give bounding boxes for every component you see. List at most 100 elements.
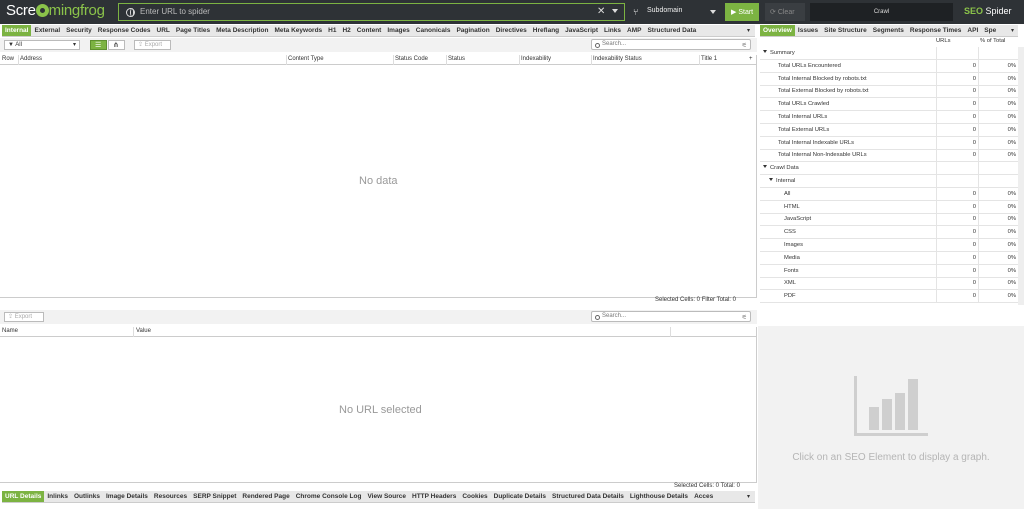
tab-pagination[interactable]: Pagination	[453, 25, 492, 36]
expand-arrow-icon[interactable]	[763, 50, 767, 53]
tab-images[interactable]: Images	[384, 25, 412, 36]
summary-row[interactable]: Total External Blocked by robots.txt 0 0%	[760, 85, 1018, 99]
internal-row[interactable]: XML 0 0%	[760, 277, 1018, 291]
overview-scrollbar[interactable]	[1018, 47, 1024, 305]
right-tabs-overflow-icon[interactable]: ▾	[1008, 27, 1017, 35]
search-options-icon[interactable]: ⚟	[742, 42, 747, 49]
row-label: JavaScript	[784, 216, 812, 223]
internal-row[interactable]: PDF 0 0%	[760, 290, 1018, 304]
pct-column-header[interactable]: % of Total	[980, 38, 1005, 44]
summary-group[interactable]: Summary	[760, 47, 1018, 60]
row-label: Total URLs Crawled	[778, 101, 830, 108]
url-history-dropdown-icon[interactable]	[612, 9, 618, 13]
internal-row[interactable]: CSS 0 0%	[760, 226, 1018, 240]
tab-meta-description[interactable]: Meta Description	[213, 25, 271, 36]
url-input[interactable]: Enter URL to spider ✕	[118, 3, 625, 21]
summary-row[interactable]: Total Internal URLs 0 0%	[760, 111, 1018, 124]
bottom-tab-cookies[interactable]: Cookies	[459, 491, 490, 502]
tab-content[interactable]: Content	[354, 25, 385, 36]
right-tab-response-times[interactable]: Response Times	[907, 25, 965, 36]
summary-row[interactable]: Total Internal Indexable URLs 0 0%	[760, 136, 1018, 150]
tabs-overflow-dropdown-icon[interactable]: ▾	[744, 27, 753, 35]
expand-arrow-icon[interactable]	[769, 178, 773, 181]
detail-toolbar: ⇪ Export Search... ⚟	[0, 310, 757, 324]
row-label: Total URLs Encountered	[778, 62, 841, 69]
tab-internal[interactable]: Internal	[2, 25, 32, 36]
bottom-tab-url-details[interactable]: URL Details	[2, 491, 45, 502]
tab-h2[interactable]: H2	[339, 25, 353, 36]
internal-group[interactable]: Internal	[760, 175, 1018, 188]
pct-of-total: 0%	[1007, 152, 1016, 159]
right-tab-segments[interactable]: Segments	[870, 25, 907, 36]
summary-row[interactable]: Total URLs Crawled 0 0%	[760, 98, 1018, 112]
right-tab-site-structure[interactable]: Site Structure	[821, 25, 870, 36]
internal-row[interactable]: Fonts 0 0%	[760, 264, 1018, 278]
internal-row[interactable]: Images 0 0%	[760, 239, 1018, 252]
tab-security[interactable]: Security	[63, 25, 95, 36]
summary-row[interactable]: Total Internal Non-Indexable URLs 0 0%	[760, 149, 1018, 163]
internal-row[interactable]: All 0 0%	[760, 187, 1018, 201]
summary-row[interactable]: Total Internal Blocked by robots.txt 0 0%	[760, 72, 1018, 86]
tab-url[interactable]: URL	[154, 25, 173, 36]
crawl-progress: Crawl	[810, 3, 953, 21]
tab-external[interactable]: External	[31, 25, 63, 36]
screaming-frog-logo: Scre mingfrog	[6, 2, 105, 19]
search-options-icon[interactable]: ⚟	[742, 314, 747, 321]
expand-arrow-icon[interactable]	[763, 165, 767, 169]
list-view-button[interactable]: ☰	[90, 40, 107, 50]
tree-view-button[interactable]: ⋔	[108, 40, 125, 50]
start-button[interactable]: ▶ Start	[725, 3, 759, 21]
tab-response-codes[interactable]: Response Codes	[95, 25, 154, 36]
main-search-input[interactable]: Search... ⚟	[591, 39, 751, 50]
bottom-tab-lighthouse-details[interactable]: Lighthouse Details	[627, 491, 691, 502]
tab-canonicals[interactable]: Canonicals	[413, 25, 454, 36]
summary-row[interactable]: Total External URLs 0 0%	[760, 123, 1018, 137]
right-tab-spe[interactable]: Spe	[981, 25, 999, 36]
detail-search-input[interactable]: Search... ⚟	[591, 311, 751, 322]
internal-row[interactable]: JavaScript 0 0%	[760, 213, 1018, 227]
detail-export-button[interactable]: ⇪ Export	[4, 312, 44, 322]
summary-row[interactable]: Total URLs Encountered 0 0%	[760, 59, 1018, 73]
bottom-tab-structured-data-details[interactable]: Structured Data Details	[549, 491, 627, 502]
bottom-tab-serp-snippet[interactable]: SERP Snippet	[190, 491, 239, 502]
bottom-tab-acces[interactable]: Acces	[691, 491, 716, 502]
tab-meta-keywords[interactable]: Meta Keywords	[271, 25, 325, 36]
tab-links[interactable]: Links	[601, 25, 624, 36]
tab-amp[interactable]: AMP	[624, 25, 644, 36]
pct-of-total: 0%	[1007, 280, 1016, 287]
bottom-tab-inlinks[interactable]: Inlinks	[44, 491, 71, 502]
pct-of-total: 0%	[1007, 126, 1016, 133]
clear-button[interactable]: ⟳ Clear	[765, 3, 805, 21]
tab-page-titles[interactable]: Page Titles	[173, 25, 213, 36]
bottom-tab-outlinks[interactable]: Outlinks	[71, 491, 103, 502]
clear-url-icon[interactable]: ✕	[597, 6, 605, 17]
internal-row[interactable]: Media 0 0%	[760, 251, 1018, 265]
pct-of-total: 0%	[1007, 139, 1016, 146]
internal-row[interactable]: HTML 0 0%	[760, 200, 1018, 214]
bottom-tab-duplicate-details[interactable]: Duplicate Details	[491, 491, 549, 502]
bottom-tab-chrome-console-log[interactable]: Chrome Console Log	[293, 491, 365, 502]
crawl-mode-select[interactable]: ⑂ Subdomain	[629, 3, 719, 21]
subdomain-icon: ⑂	[633, 7, 639, 17]
tab-hreflang[interactable]: Hreflang	[530, 25, 562, 36]
tab-structured-data[interactable]: Structured Data	[644, 25, 699, 36]
right-tab-api[interactable]: API	[964, 25, 981, 36]
bottom-tab-http-headers[interactable]: HTTP Headers	[409, 491, 459, 502]
tab-javascript[interactable]: JavaScript	[562, 25, 601, 36]
export-button[interactable]: ⇪ Export	[134, 40, 171, 50]
bottom-tabs-overflow-icon[interactable]: ▾	[744, 493, 753, 501]
row-label: Summary	[770, 50, 795, 56]
bottom-tab-view-source[interactable]: View Source	[364, 491, 409, 502]
tab-directives[interactable]: Directives	[493, 25, 530, 36]
urls-column-header[interactable]: URLs	[936, 38, 951, 44]
tab-h1[interactable]: H1	[325, 25, 339, 36]
crawl-data-group[interactable]: Crawl Data	[760, 162, 1018, 176]
bottom-tab-resources[interactable]: Resources	[151, 491, 190, 502]
filter-select[interactable]: ▼ All ▾	[4, 40, 80, 50]
bottom-tab-rendered-page[interactable]: Rendered Page	[239, 491, 292, 502]
row-label: Images	[784, 242, 804, 248]
bottom-tab-image-details[interactable]: Image Details	[103, 491, 151, 502]
right-tab-issues[interactable]: Issues	[795, 25, 821, 36]
right-tab-overview[interactable]: Overview	[760, 25, 795, 36]
pct-of-total: 0%	[1007, 101, 1016, 108]
